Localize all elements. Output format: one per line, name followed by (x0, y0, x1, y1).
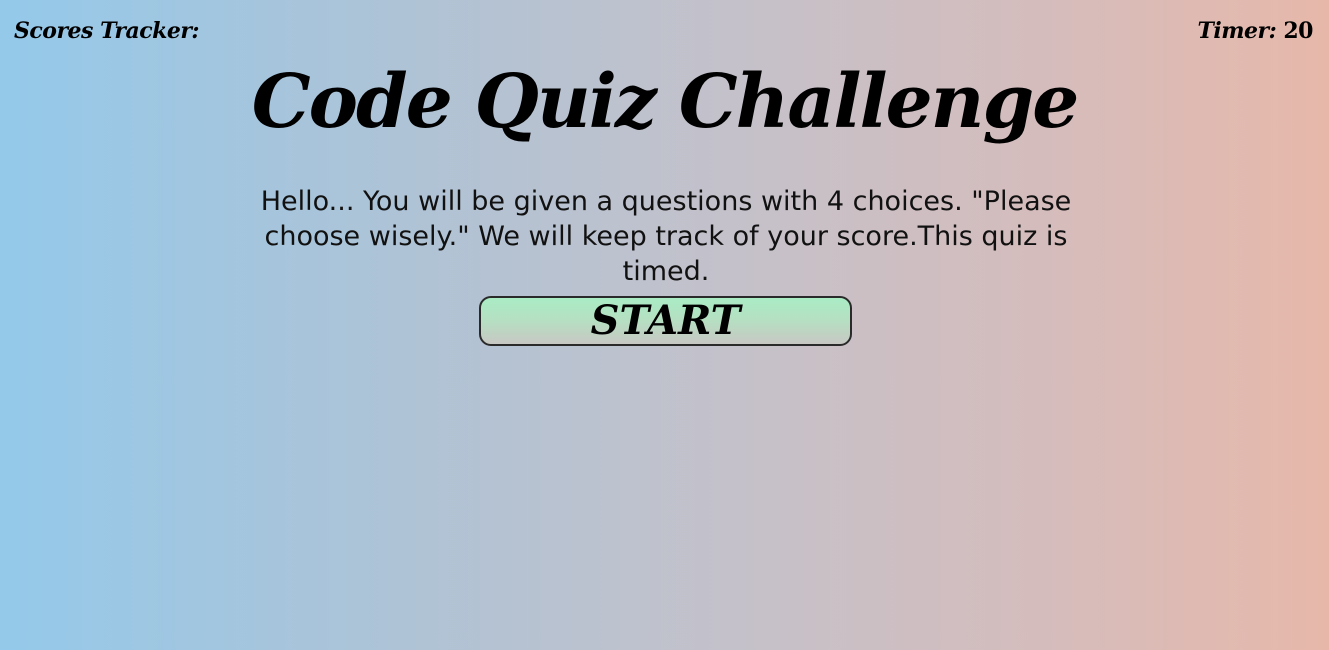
timer-label: Timer: (1197, 18, 1277, 44)
start-button[interactable]: START (479, 296, 852, 346)
scores-tracker-link[interactable]: Scores Tracker: (14, 18, 200, 44)
intro-text: Hello... You will be given a questions w… (260, 186, 1072, 287)
timer: Timer: 20 (1197, 18, 1313, 44)
timer-value: 20 (1283, 18, 1313, 44)
page-title: Code Quiz Challenge (251, 59, 1080, 145)
